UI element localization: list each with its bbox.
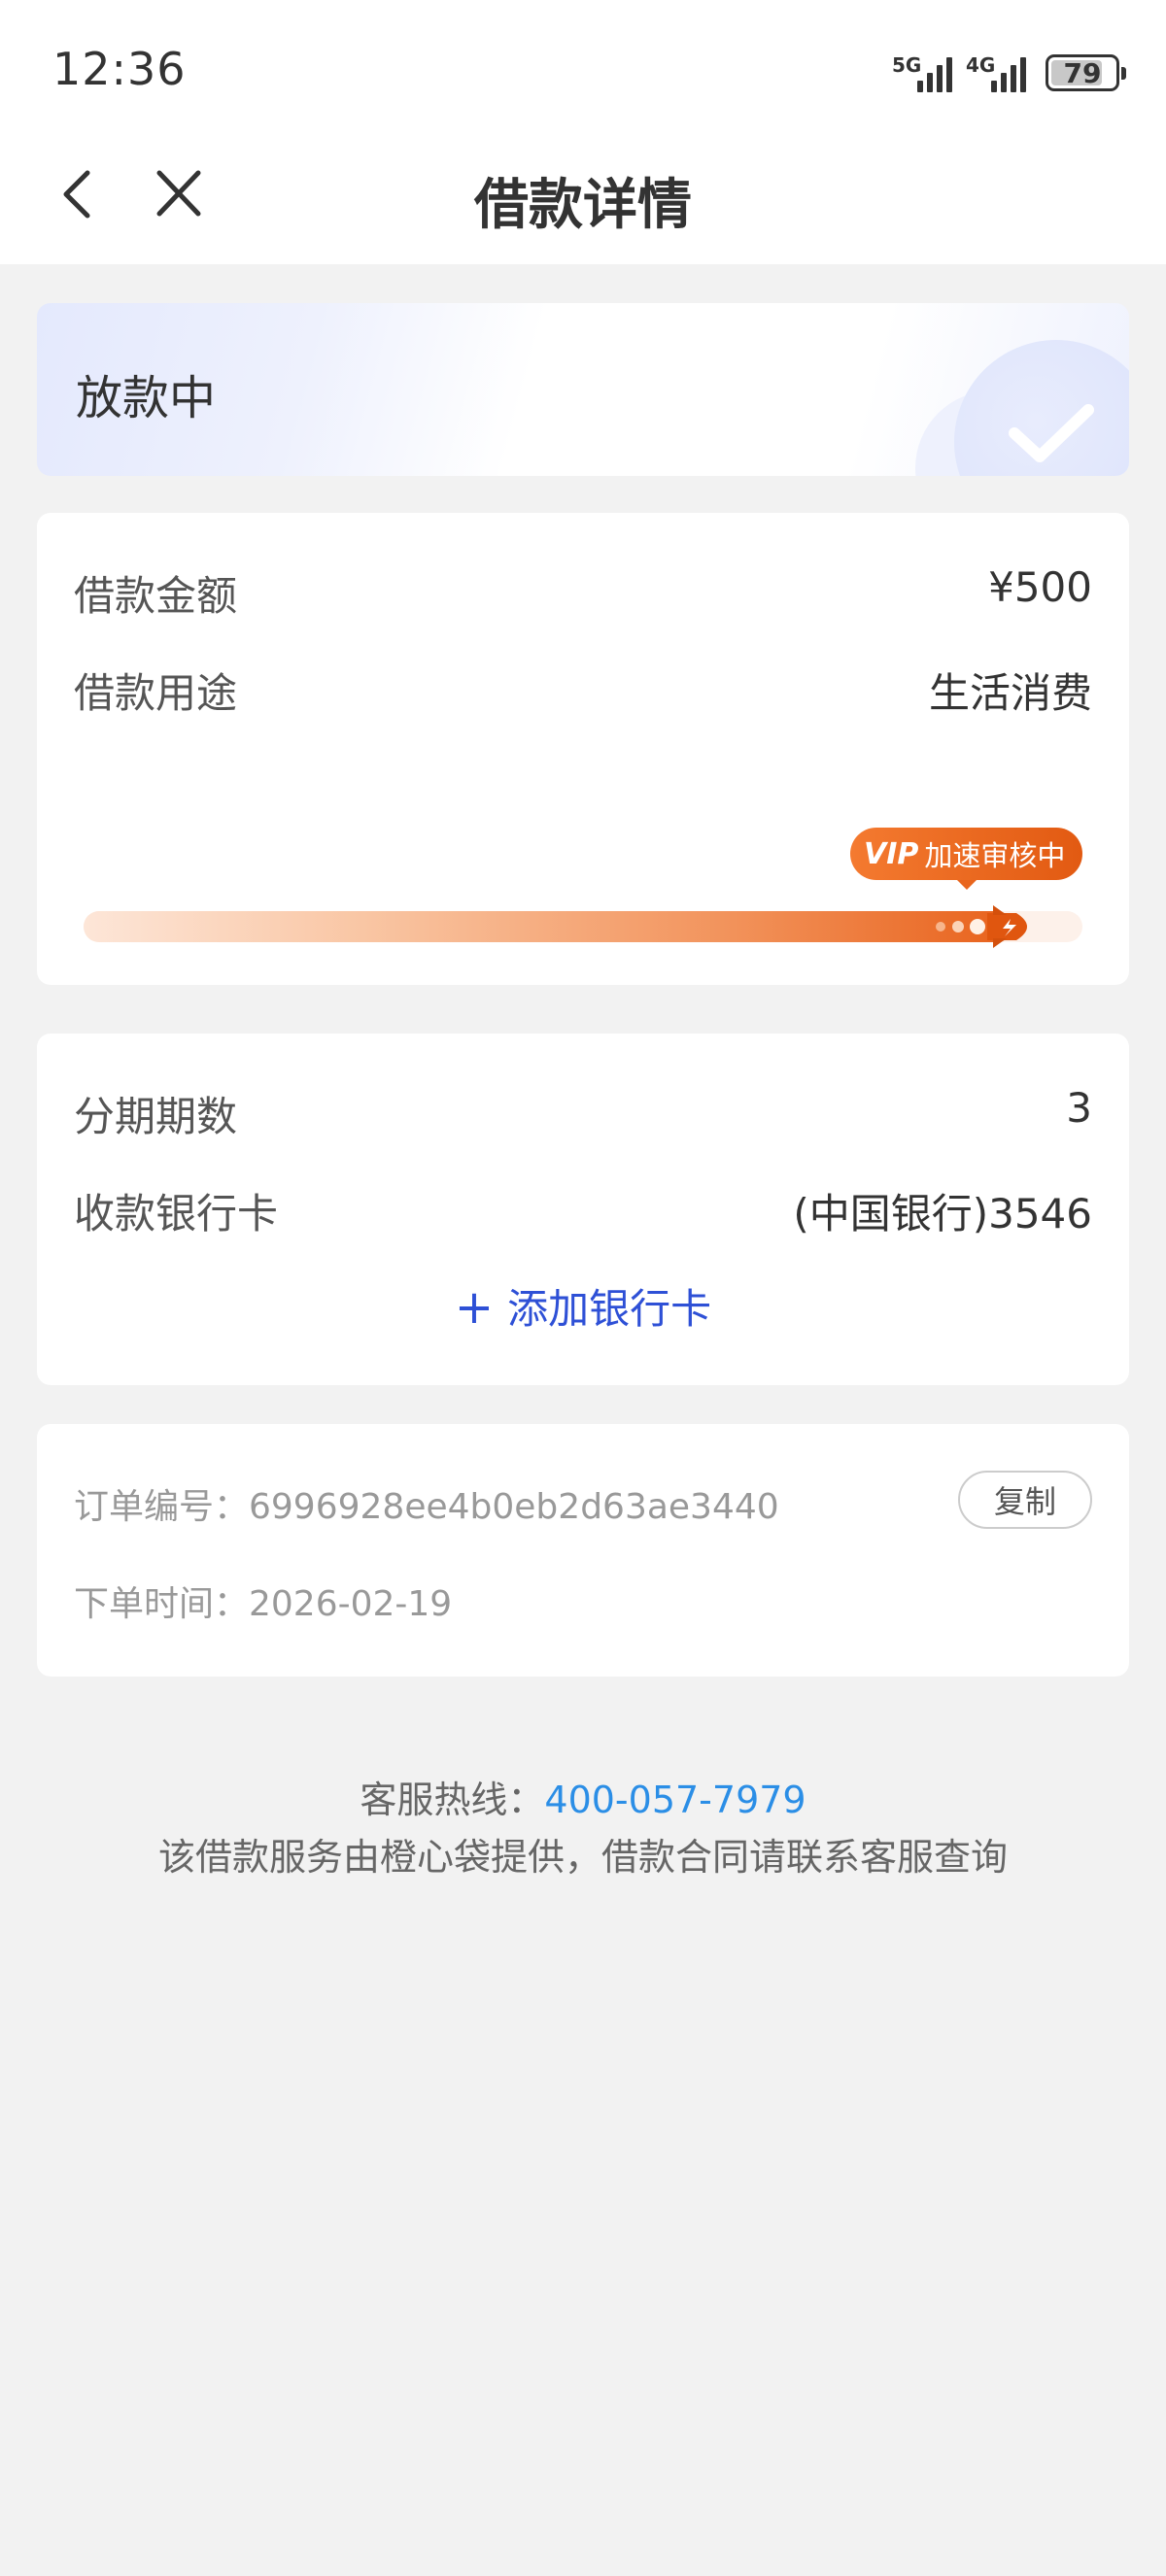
- order-id: 订单编号：6996928ee4b0eb2d63ae3440: [74, 1487, 779, 1527]
- signal-5g-icon: 5G: [892, 53, 952, 92]
- loan-status-text: 放款中: [76, 371, 217, 425]
- copy-order-button[interactable]: 复制: [958, 1471, 1092, 1529]
- battery-icon: 79: [1046, 54, 1126, 91]
- bank-card-label: 收款银行卡: [74, 1190, 279, 1237]
- review-progress: VIP 加速审核中: [84, 804, 1083, 950]
- installments-value: 3: [1066, 1084, 1092, 1132]
- amount-label: 借款金额: [74, 572, 238, 620]
- bank-info-card: 分期期数 3 收款银行卡 (中国银行)3546 + 添加银行卡: [37, 1034, 1129, 1385]
- purpose-value: 生活消费: [928, 669, 1092, 717]
- status-icons: 5G 4G 79: [892, 49, 1126, 97]
- signal-4g-icon: 4G: [966, 53, 1026, 92]
- amount-value: ¥500: [988, 563, 1092, 611]
- service-note: 该借款服务由橙心袋提供，借款合同请联系客服查询: [157, 1836, 1008, 1879]
- battery-level: 79: [1063, 56, 1102, 89]
- add-bank-card-button[interactable]: + 添加银行卡: [37, 1276, 1129, 1336]
- installments-label: 分期期数: [74, 1093, 238, 1140]
- order-info-card: 订单编号：6996928ee4b0eb2d63ae3440 复制 下单时间：20…: [37, 1424, 1129, 1677]
- order-time: 下单时间：2026-02-19: [74, 1584, 453, 1624]
- rocket-icon: [936, 905, 1027, 948]
- vip-badge-text: 加速审核中: [924, 839, 1066, 872]
- top-bar: 12:36 5G 4G 79 借款详情: [0, 0, 1166, 264]
- check-icon: [1009, 404, 1094, 462]
- hotline-row: 客服热线：400-057-7979: [0, 1770, 1166, 1823]
- hotline-label: 客服热线：: [360, 1779, 545, 1821]
- plus-icon: +: [454, 1280, 495, 1335]
- signal-4g-label: 4G: [966, 53, 996, 77]
- page-title: 借款详情: [474, 174, 692, 237]
- hotline-number-link[interactable]: 400-057-7979: [544, 1779, 806, 1821]
- vip-review-badge: VIP 加速审核中: [850, 828, 1083, 890]
- loan-amount-card: 借款金额 ¥500 借款用途 生活消费 VIP 加速审核中: [37, 513, 1129, 985]
- loan-status-banner: 放款中: [37, 303, 1129, 476]
- vip-mark: VIP: [864, 836, 919, 871]
- footer: 客服热线：400-057-7979 该借款服务由橙心袋提供，借款合同请联系客服查…: [0, 1770, 1166, 1881]
- add-bank-card-label: 添加银行卡: [507, 1285, 712, 1333]
- status-time: 12:36: [52, 43, 187, 95]
- progress-fill: [84, 911, 1012, 942]
- purpose-label: 借款用途: [74, 669, 238, 717]
- signal-5g-label: 5G: [892, 53, 922, 77]
- bank-card-value: (中国银行)3546: [793, 1190, 1092, 1237]
